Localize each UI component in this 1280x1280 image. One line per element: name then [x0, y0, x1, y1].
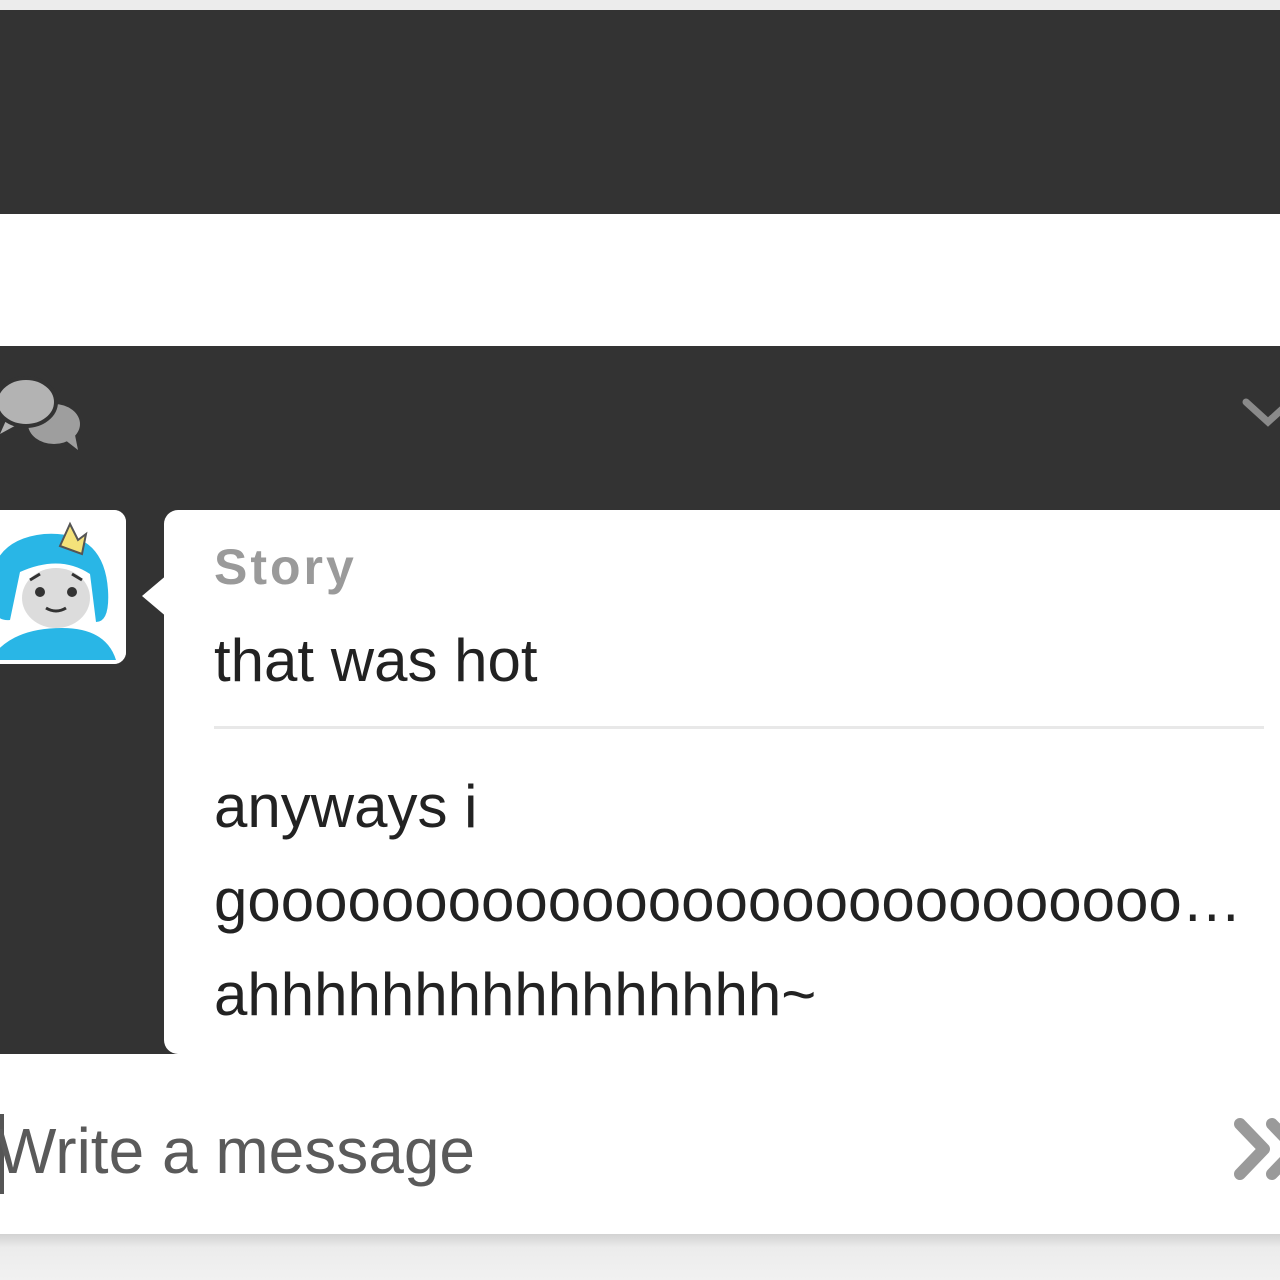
send-icon[interactable]	[1232, 1116, 1280, 1182]
message-divider	[214, 726, 1264, 729]
message-line: goooooooooooooooooooooooooooooooo…	[214, 867, 1264, 934]
bottom-edge	[0, 1234, 1280, 1280]
message-line: anyways i	[214, 773, 478, 840]
message-input[interactable]	[0, 1106, 1196, 1196]
content-gap	[0, 214, 1280, 346]
app-screen: Story that was hot anyways i goooooooooo…	[0, 0, 1280, 1280]
sender-name[interactable]: Story	[214, 538, 357, 596]
chevron-down-icon[interactable]	[1236, 390, 1280, 434]
chat-panel: Story that was hot anyways i goooooooooo…	[0, 346, 1280, 1054]
message-bubble: Story that was hot anyways i goooooooooo…	[164, 510, 1280, 1054]
chat-bubbles-icon[interactable]	[0, 374, 84, 450]
message-text: that was hot	[214, 627, 538, 694]
chat-header	[0, 346, 1280, 510]
user-avatar[interactable]	[0, 510, 126, 664]
top-bar	[0, 10, 1280, 214]
status-edge	[0, 0, 1280, 10]
message-line: ahhhhhhhhhhhhhhhh~	[214, 961, 817, 1028]
message-composer	[0, 1054, 1280, 1234]
message-text-group: anyways i gooooooooooooooooooooooooooooo…	[214, 760, 1264, 1042]
